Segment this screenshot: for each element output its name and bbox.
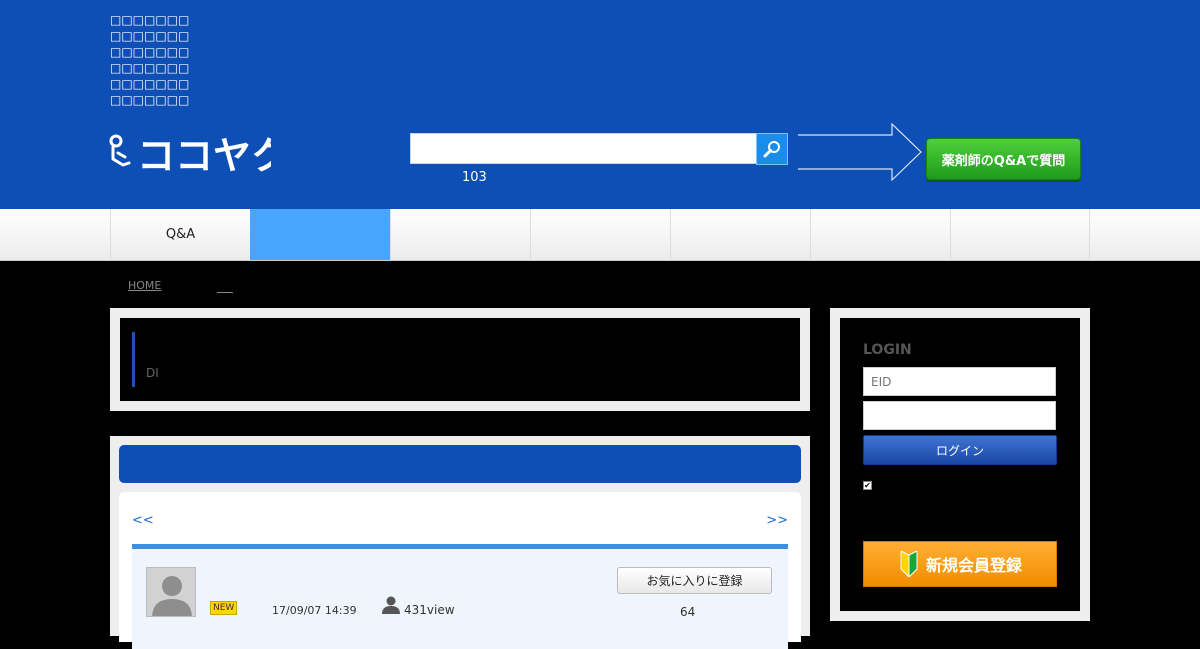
nav-item-6[interactable]	[810, 209, 950, 260]
nav-item-3[interactable]	[390, 209, 530, 260]
qa-list-panel: << >> NEW 17/09/07 14:39 431view お気に入りに登…	[119, 492, 801, 649]
favorite-count: 64	[680, 605, 696, 619]
site-header: □□□□□□□□□□□□□□□□□□□□□□□□□□□□□□□□□□□□□□□□…	[0, 0, 1200, 209]
pager-next-link[interactable]: >>	[766, 513, 788, 528]
intro-accent-bar	[132, 332, 135, 387]
list-item[interactable]: NEW 17/09/07 14:39 431view お気に入りに登録 64	[132, 549, 788, 649]
nav-item-7[interactable]	[950, 209, 1090, 260]
user-silhouette-icon	[152, 576, 192, 616]
ask-question-button[interactable]: 薬剤師のQ&Aで質問	[926, 138, 1081, 180]
search-count: 103	[462, 170, 487, 185]
beginner-mark-icon	[900, 551, 918, 577]
viewer-icon	[382, 596, 400, 614]
nav-item-active[interactable]	[250, 209, 390, 260]
intro-box-inner: DI	[120, 318, 800, 401]
search-button[interactable]	[756, 133, 788, 165]
main-nav: Q&A	[0, 209, 1200, 261]
site-tagline: □□□□□□□□□□□□□□□□□□□□□□□□□□□□□□□□□□□□□□□□…	[110, 13, 190, 107]
new-badge: NEW	[210, 601, 238, 615]
remember-checkbox[interactable]: ✔	[863, 481, 872, 490]
breadcrumb-home[interactable]: HOME	[128, 279, 161, 293]
pager-prev-link[interactable]: <<	[132, 513, 154, 528]
view-count: 431view	[404, 603, 455, 617]
eid-field[interactable]	[863, 367, 1056, 396]
avatar	[146, 567, 196, 617]
qa-list-box: << >> NEW 17/09/07 14:39 431view お気に入りに登…	[110, 436, 810, 649]
search-input[interactable]	[410, 133, 756, 164]
arrow-right-icon	[798, 123, 922, 181]
site-logo[interactable]: ココヤク	[109, 133, 271, 173]
login-title: LOGIN	[863, 342, 912, 358]
qa-list-title	[119, 445, 801, 483]
breadcrumb: HOME	[128, 279, 234, 293]
item-date: 17/09/07 14:39	[272, 604, 357, 617]
login-panel: LOGIN ログイン ✔ 新規会員登録	[840, 318, 1080, 611]
nav-item-5[interactable]	[670, 209, 810, 260]
sidebar: LOGIN ログイン ✔ 新規会員登録	[830, 308, 1090, 621]
login-button[interactable]: ログイン	[863, 435, 1057, 465]
search-icon	[763, 141, 780, 158]
intro-label: DI	[146, 366, 159, 380]
intro-box: DI	[110, 308, 810, 411]
breadcrumb-current	[217, 279, 234, 293]
favorite-button[interactable]: お気に入りに登録	[617, 567, 772, 594]
register-label: 新規会員登録	[925, 556, 1022, 575]
logo-text: ココヤク	[137, 134, 271, 173]
nav-item-qa[interactable]: Q&A	[110, 209, 250, 260]
nav-item-4[interactable]	[530, 209, 670, 260]
password-field[interactable]	[863, 401, 1056, 430]
register-button[interactable]: 新規会員登録	[863, 541, 1057, 587]
